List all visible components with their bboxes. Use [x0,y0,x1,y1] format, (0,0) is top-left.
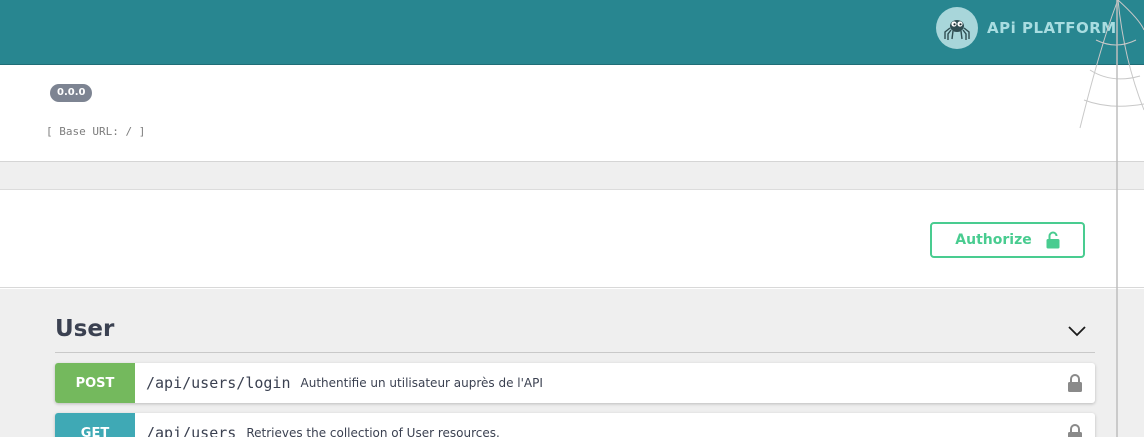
tag-header-user[interactable]: User [55,315,1095,353]
lock-icon[interactable] [1067,423,1083,437]
version-badge: 0.0.0 [50,84,93,102]
top-bar: APi PLATFORM [0,0,1144,65]
method-badge: GET [55,413,135,437]
api-platform-logo[interactable]: APi PLATFORM [936,7,1117,49]
scheme-container: Authorize [0,191,1144,288]
base-url: [ Base URL: / ] [46,125,146,138]
chevron-down-icon[interactable] [1067,321,1087,341]
logo-text: APi PLATFORM [987,19,1117,37]
lock-icon[interactable] [1067,373,1083,393]
operation-summary: Authentifie un utilisateur auprès de l'A… [300,376,543,390]
operation-path: /api/users/login [146,374,291,392]
swagger-page: APi PLATFORM 0.0.0 [ Base URL: / ] Autho… [0,0,1144,437]
api-info: 0.0.0 [ Base URL: / ] [0,65,1144,162]
operation-summary: Retrieves the collection of User resourc… [246,426,500,437]
section-divider [0,162,1144,190]
authorize-label: Authorize [955,232,1032,248]
operations-section: User POST /api/users/login Authentifie u… [0,289,1144,437]
unlock-icon [1046,231,1060,249]
method-badge: POST [55,363,135,403]
tag-title: User [55,316,115,342]
authorize-button[interactable]: Authorize [930,222,1085,258]
operation-get-users[interactable]: GET /api/users Retrieves the collection … [55,413,1095,437]
spider-icon [936,7,978,49]
operation-path: /api/users [146,424,237,437]
operation-post-users-login[interactable]: POST /api/users/login Authentifie un uti… [55,363,1095,403]
